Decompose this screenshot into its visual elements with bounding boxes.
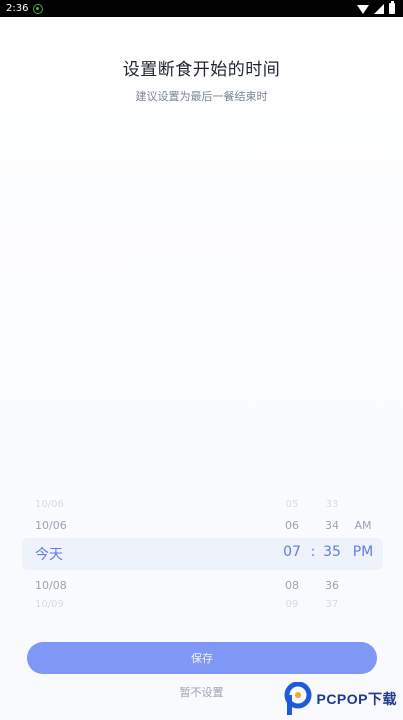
time-separator: :: [308, 495, 318, 613]
datetime-picker[interactable]: 10/06 10/06 今天 10/08 10/09 05 06 07 08 0…: [22, 495, 383, 613]
ampm-wheel[interactable]: AM PM: [350, 495, 376, 613]
hour-option[interactable]: 06: [280, 519, 304, 532]
date-option[interactable]: 10/08: [35, 579, 175, 592]
minute-option[interactable]: 33: [320, 499, 344, 510]
hour-option-selected[interactable]: 07: [280, 544, 304, 560]
date-wheel[interactable]: 10/06 10/06 今天 10/08 10/09: [35, 495, 175, 613]
battery-icon: [389, 1, 395, 14]
hour-option[interactable]: 09: [280, 599, 304, 610]
pcpop-logo-svg: [284, 681, 312, 715]
wifi-icon: [357, 4, 369, 14]
notification-icon: [33, 3, 44, 14]
date-option-selected[interactable]: 今天: [35, 544, 175, 564]
watermark: PCPOP下载: [283, 681, 397, 716]
status-time: 2:36: [6, 3, 29, 14]
hour-option[interactable]: 05: [280, 499, 304, 510]
save-button[interactable]: 保存: [27, 642, 377, 674]
date-option[interactable]: 10/09: [35, 599, 175, 610]
minute-wheel[interactable]: 33 34 35 36 37: [320, 495, 344, 613]
hour-wheel[interactable]: 05 06 07 08 09: [280, 495, 304, 613]
screen: 2:36 设置断食开始的时间 建议设置为最后一餐结束时 10/06 10/06 …: [0, 0, 403, 720]
signal-icon: [374, 3, 384, 14]
watermark-text-wrap: PCPOP下载: [316, 689, 397, 709]
status-right: [357, 1, 395, 14]
page-subtitle: 建议设置为最后一餐结束时: [135, 90, 268, 103]
minute-option[interactable]: 34: [320, 519, 344, 532]
ampm-option[interactable]: AM: [350, 519, 376, 532]
minute-option[interactable]: 36: [320, 579, 344, 592]
watermark-text: PCPOP下载: [316, 691, 397, 707]
page-title: 设置断食开始的时间: [122, 60, 281, 80]
pcpop-logo-icon: [283, 681, 313, 716]
minute-option[interactable]: 37: [320, 599, 344, 610]
status-left: 2:36: [6, 3, 44, 14]
status-bar: 2:36: [0, 0, 403, 17]
time-separator-text: :: [310, 544, 316, 560]
hour-option[interactable]: 08: [280, 579, 304, 592]
date-option[interactable]: 10/06: [35, 499, 175, 510]
date-option[interactable]: 10/06: [35, 519, 175, 532]
ampm-option-selected[interactable]: PM: [350, 544, 376, 560]
minute-option-selected[interactable]: 35: [320, 544, 344, 560]
